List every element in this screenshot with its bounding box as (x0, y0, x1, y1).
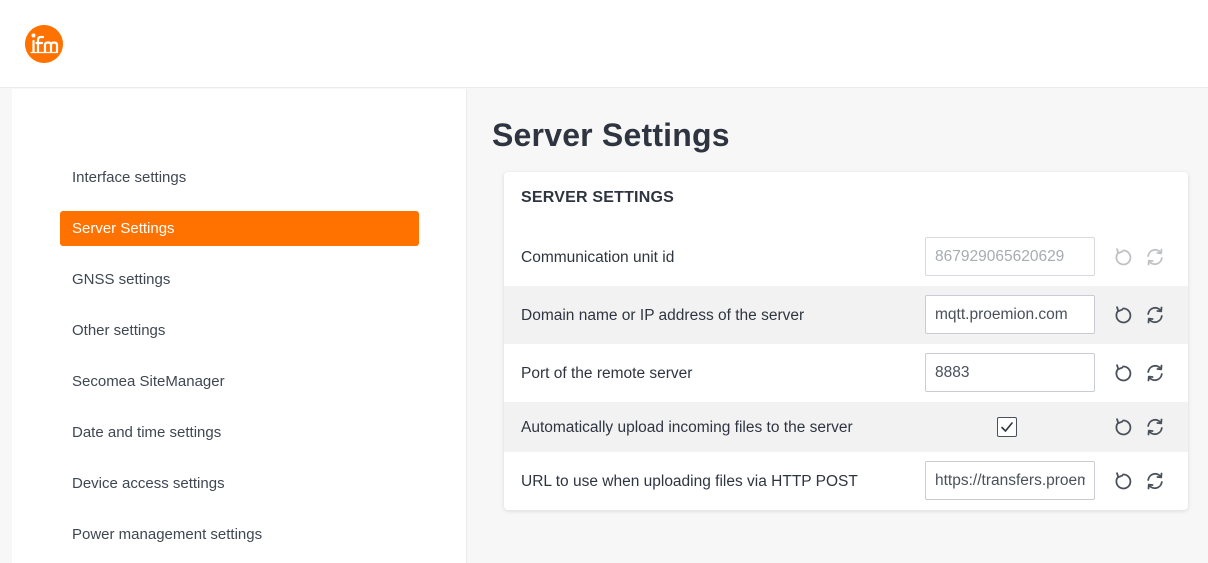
server-domain-field[interactable] (925, 295, 1095, 334)
ifm-logo-icon (25, 25, 63, 63)
setting-label: Domain name or IP address of the server (521, 307, 805, 324)
setting-row-auto-upload: Automatically upload incoming files to t… (504, 402, 1188, 452)
checkmark-icon (1001, 422, 1013, 432)
sidebar-item-power-management-settings[interactable]: Power management settings (60, 517, 419, 552)
undo-icon[interactable] (1112, 362, 1134, 384)
settings-sidebar: Interface settings Server Settings GNSS … (12, 89, 467, 563)
page-title: Server Settings (492, 117, 730, 153)
reset-icon[interactable] (1144, 362, 1166, 384)
setting-label: Communication unit id (521, 249, 675, 266)
sidebar-item-date-time-settings[interactable]: Date and time settings (60, 415, 419, 450)
reset-icon[interactable] (1144, 470, 1166, 492)
sidebar-item-server-settings[interactable]: Server Settings (60, 211, 419, 246)
sidebar-item-other-settings[interactable]: Other settings (60, 313, 419, 348)
auto-upload-checkbox[interactable] (997, 417, 1017, 437)
card-title: SERVER SETTINGS (521, 189, 674, 206)
sidebar-item-interface-settings[interactable]: Interface settings (60, 160, 419, 195)
server-settings-card: SERVER SETTINGS Communication unit id Do… (504, 172, 1188, 510)
setting-label: Automatically upload incoming files to t… (521, 419, 853, 436)
setting-row-server-port: Port of the remote server (504, 344, 1188, 402)
setting-row-upload-url: URL to use when uploading files via HTTP… (504, 452, 1188, 510)
sidebar-item-device-access-settings[interactable]: Device access settings (60, 466, 419, 501)
setting-label: URL to use when uploading files via HTTP… (521, 473, 858, 490)
undo-icon[interactable] (1112, 470, 1134, 492)
server-port-field[interactable] (925, 353, 1095, 392)
reset-icon[interactable] (1144, 416, 1166, 438)
reset-icon[interactable] (1144, 304, 1166, 326)
undo-icon[interactable] (1112, 304, 1134, 326)
sidebar-item-secomea-sitemanager[interactable]: Secomea SiteManager (60, 364, 419, 399)
sidebar-item-gnss-settings[interactable]: GNSS settings (60, 262, 419, 297)
setting-label: Port of the remote server (521, 365, 693, 382)
communication-unit-id-field (925, 237, 1095, 276)
ifm-logo[interactable] (25, 25, 63, 63)
undo-icon (1112, 246, 1134, 268)
upload-url-field[interactable] (925, 461, 1095, 500)
reset-icon (1144, 246, 1166, 268)
top-bar (0, 0, 1208, 88)
setting-row-server-domain: Domain name or IP address of the server (504, 286, 1188, 344)
undo-icon[interactable] (1112, 416, 1134, 438)
setting-row-communication-unit-id: Communication unit id (504, 228, 1188, 286)
